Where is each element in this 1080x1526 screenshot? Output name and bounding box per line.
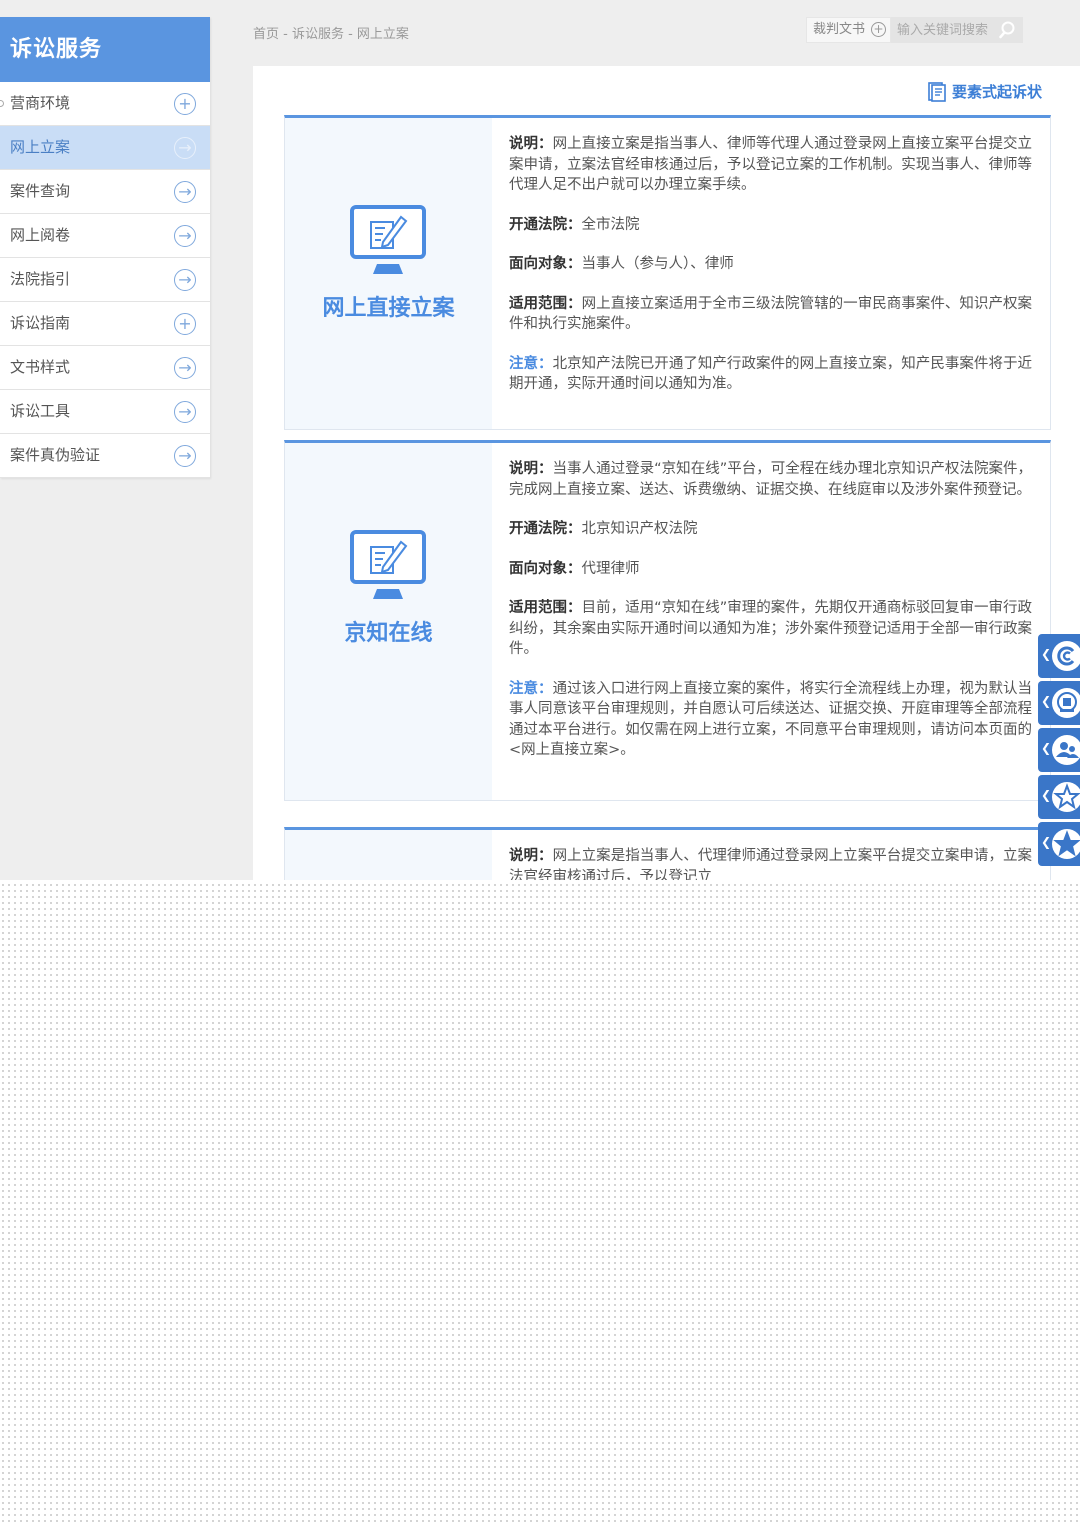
- sidebar: 诉讼服务 营商环境 + 网上立案 → 案件查询 → 网上阅卷 → 法院指引 → …: [0, 17, 210, 478]
- element-complaint-label: 要素式起诉状: [951, 83, 1042, 101]
- search-bar: 裁判文书 +: [806, 17, 1023, 43]
- star-icon: [1052, 782, 1080, 812]
- sidebar-item-litigation-guide[interactable]: 诉讼指南 +: [0, 302, 210, 346]
- card-title[interactable]: 京知在线: [285, 615, 492, 647]
- service-card-online-filing: 说明：网上立案是指当事人、代理律师通过登录网上立案平台提交立案申请，立案法官经审…: [284, 827, 1051, 880]
- monitor-edit-icon[interactable]: [349, 204, 427, 276]
- float-button-star-2[interactable]: ❮: [1038, 822, 1080, 866]
- element-complaint-link[interactable]: 要素式起诉状: [928, 81, 1042, 102]
- sidebar-item-label: 案件查询: [10, 182, 71, 200]
- sidebar-item-label: 网上阅卷: [10, 226, 71, 244]
- chevron-left-icon: ❮: [1041, 835, 1052, 849]
- chevron-left-icon: ❮: [1041, 741, 1052, 755]
- search-category-label: 裁判文书: [813, 22, 866, 37]
- card-target: 面向对象：当事人（参与人）、律师: [509, 256, 734, 272]
- card-left-column: [285, 830, 492, 880]
- service-card-online-direct-filing: 网上直接立案 说明：网上直接立案是指当事人、律师等代理人通过登录网上直接立案平台…: [284, 115, 1051, 430]
- sidebar-item-label: 营商环境: [10, 94, 71, 112]
- card-description: 说明：网上直接立案是指当事人、律师等代理人通过登录网上直接立案平台提交立案申请，…: [509, 136, 1033, 193]
- monitor-edit-icon[interactable]: [349, 529, 427, 601]
- card-court: 开通法院：北京知识产权法院: [509, 521, 698, 537]
- search-category-select[interactable]: 裁判文书 +: [806, 17, 891, 43]
- sidebar-item-label: 网上立案: [10, 138, 71, 156]
- sidebar-item-case-query[interactable]: 案件查询 →: [0, 170, 210, 214]
- float-button-people[interactable]: ❮: [1038, 728, 1080, 772]
- document-icon: [928, 81, 946, 102]
- arrow-right-circle-icon[interactable]: →: [174, 269, 196, 291]
- sidebar-item-online-filing[interactable]: 网上立案 →: [0, 126, 210, 170]
- plus-circle-icon[interactable]: +: [871, 22, 886, 37]
- search-icon[interactable]: [999, 20, 1019, 40]
- arrow-right-circle-icon[interactable]: →: [174, 137, 196, 159]
- card-description: 说明：网上立案是指当事人、代理律师通过登录网上立案平台提交立案申请，立案法官经审…: [509, 848, 1033, 880]
- sidebar-item-label: 法院指引: [10, 270, 71, 288]
- arrow-right-circle-icon[interactable]: →: [174, 445, 196, 467]
- star-icon: [1052, 829, 1080, 859]
- card-scope: 适用范围：网上直接立案适用于全市三级法院管辖的一审民商事案件、知识产权案件和执行…: [509, 295, 1033, 333]
- chevron-left-icon: ❮: [1041, 788, 1052, 802]
- sidebar-title: 诉讼服务: [0, 17, 210, 82]
- card-scope: 适用范围：目前，适用“京知在线”审理的案件，先期仅开通商标驳回复审一审行政纠纷，…: [509, 600, 1033, 657]
- card-text: 说明：网上立案是指当事人、代理律师通过登录网上立案平台提交立案申请，立案法官经审…: [509, 846, 1032, 880]
- sidebar-item-court-guide[interactable]: 法院指引 →: [0, 258, 210, 302]
- card-title[interactable]: 网上直接立案: [285, 290, 492, 322]
- arrow-right-circle-icon[interactable]: →: [174, 225, 196, 247]
- float-button-court[interactable]: ❮: [1038, 681, 1080, 725]
- plus-circle-icon[interactable]: +: [174, 313, 196, 335]
- arrow-right-circle-icon[interactable]: →: [174, 357, 196, 379]
- court-emblem-icon: [1052, 688, 1080, 718]
- sidebar-item-label: 案件真伪验证: [10, 446, 101, 464]
- sidebar-item-online-files[interactable]: 网上阅卷 →: [0, 214, 210, 258]
- screenshot-region: 诉讼服务 营商环境 + 网上立案 → 案件查询 → 网上阅卷 → 法院指引 → …: [0, 0, 1080, 880]
- arrow-right-circle-icon[interactable]: →: [174, 181, 196, 203]
- float-button-copyright[interactable]: ❮: [1038, 634, 1080, 678]
- main-panel: 要素式起诉状 网上直接立案 说明：网上直接立案是指当事人、律师等代理人通过登录网…: [253, 66, 1080, 880]
- sidebar-item-label: 诉讼指南: [10, 314, 71, 332]
- copyright-icon: [1052, 641, 1080, 671]
- arrow-right-circle-icon[interactable]: →: [174, 401, 196, 423]
- card-target: 面向对象：代理律师: [509, 560, 640, 577]
- sidebar-item-document-templates[interactable]: 文书样式 →: [0, 346, 210, 390]
- sidebar-item-label: 文书样式: [10, 358, 71, 376]
- sidebar-item-case-verification[interactable]: 案件真伪验证 →: [0, 434, 210, 478]
- chevron-left-icon: ❮: [1041, 647, 1052, 661]
- card-note: 注意：北京知产法院已开通了知产行政案件的网上直接立案，知产民事案件将于近期开通，…: [509, 355, 1033, 393]
- service-card-jingzhi-online: 京知在线 说明：当事人通过登录“京知在线”平台，可全程在线办理北京知识产权法院案…: [284, 440, 1051, 801]
- chevron-left-icon: ❮: [1041, 694, 1052, 708]
- sidebar-item-label: 诉讼工具: [10, 402, 71, 420]
- float-button-star-1[interactable]: ❮: [1038, 775, 1080, 819]
- card-text: 说明：当事人通过登录“京知在线”平台，可全程在线办理北京知识产权法院案件，完成网…: [509, 459, 1032, 780]
- sidebar-item-business-environment[interactable]: 营商环境 +: [0, 82, 210, 126]
- people-icon: [1052, 735, 1080, 765]
- bullet-icon: [0, 100, 4, 107]
- card-description: 说明：当事人通过登录“京知在线”平台，可全程在线办理北京知识产权法院案件，完成网…: [509, 461, 1032, 498]
- sidebar-item-litigation-tools[interactable]: 诉讼工具 →: [0, 390, 210, 434]
- card-note: 注意：通过该入口进行网上直接立案的案件，将实行全流程线上办理，视为默认当事人同意…: [509, 680, 1033, 759]
- plus-circle-icon[interactable]: +: [174, 93, 196, 115]
- card-court: 开通法院：全市法院: [509, 216, 640, 233]
- card-text: 说明：网上直接立案是指当事人、律师等代理人通过登录网上直接立案平台提交立案申请，…: [509, 134, 1032, 414]
- breadcrumb[interactable]: 首页 - 诉讼服务 - 网上立案: [253, 23, 409, 42]
